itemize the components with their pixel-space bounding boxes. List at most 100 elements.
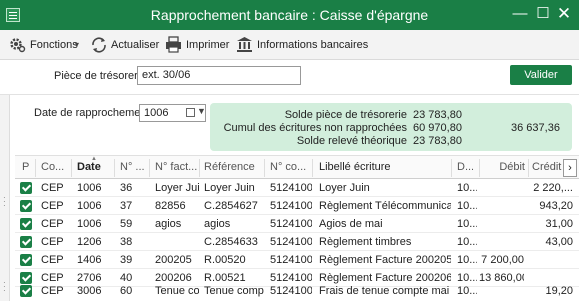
- solde-piece-value: 23 783,80: [413, 109, 462, 121]
- cell-libelle: Règlement Télécommunicati...: [319, 200, 451, 212]
- drag-handle-icon[interactable]: ···: [3, 279, 7, 295]
- fonctions-label: Fonctions: [30, 39, 78, 51]
- printer-icon: [166, 36, 181, 53]
- cell-num-compte: 51241000: [270, 236, 312, 248]
- cell-date: 1406: [77, 254, 102, 266]
- cell-d: 10...: [457, 254, 477, 266]
- cell-reference: agios: [204, 218, 231, 230]
- cell-debit: 7 200,00: [481, 254, 524, 266]
- close-button[interactable]: ✕: [554, 4, 574, 24]
- col-header-d[interactable]: D...: [457, 161, 473, 173]
- imprimer-button[interactable]: Imprimer: [165, 36, 229, 54]
- col-header-num-compte[interactable]: N° co...: [270, 161, 312, 173]
- cell-date: 1006: [77, 200, 102, 212]
- column-divider[interactable]: [479, 159, 480, 177]
- cumul-value-2: 36 637,36: [511, 122, 560, 134]
- cell-credit: 943,20: [539, 200, 573, 212]
- chevron-down-icon[interactable]: ▼: [197, 106, 206, 116]
- cell-date: 3006: [77, 285, 102, 297]
- col-header-reference[interactable]: Référence: [204, 161, 264, 173]
- cell-num-piece: 60: [120, 285, 133, 297]
- cell-reference: R.00520: [204, 254, 246, 266]
- date-rapprochement-value: 1006: [144, 107, 169, 119]
- maximize-button[interactable]: ☐: [533, 4, 553, 24]
- table-row[interactable]: CEP 1006 36 Loyer Juin Loyer Juin 512410…: [15, 179, 579, 197]
- cell-libelle: Règlement Facture 200205: [319, 254, 451, 266]
- table-row[interactable]: CEP 1206 38 C.2854633 51241000 Règlement…: [15, 233, 579, 251]
- column-divider[interactable]: [149, 159, 150, 177]
- col-header-code[interactable]: Co...: [41, 161, 71, 173]
- cell-num-piece: 36: [120, 182, 133, 194]
- chevron-right-icon[interactable]: ›: [563, 159, 577, 177]
- solde-piece-label: Solde pièce de trésorerie: [284, 109, 407, 121]
- col-header-num-piece[interactable]: N° ...: [120, 161, 148, 173]
- table-row[interactable]: CEP 1406 39 200205 R.00520 51241000 Règl…: [15, 251, 579, 269]
- cell-libelle: Loyer Juin: [319, 182, 370, 194]
- checkbox-checked[interactable]: [20, 200, 32, 212]
- table-row[interactable]: CEP 3006 60 Tenue co... Tenue compte 512…: [15, 283, 579, 301]
- fonctions-button[interactable]: Fonctions ▾: [9, 36, 85, 54]
- cell-credit: 31,00: [545, 218, 573, 230]
- cell-libelle: Règlement timbres: [319, 236, 412, 248]
- column-divider[interactable]: [312, 159, 313, 177]
- solde-releve-value: 23 783,80: [413, 135, 462, 147]
- col-header-p[interactable]: P: [22, 161, 32, 173]
- cell-reference: Loyer Juin: [204, 182, 255, 194]
- checkbox-checked[interactable]: [20, 218, 32, 230]
- column-divider[interactable]: [264, 159, 265, 177]
- informations-bancaires-button[interactable]: Informations bancaires: [236, 36, 369, 54]
- solde-releve-label: Solde relevé théorique: [296, 135, 407, 147]
- piece-tresorerie-input[interactable]: ext. 30/06: [137, 66, 301, 85]
- cell-code: CEP: [41, 236, 64, 248]
- imprimer-label: Imprimer: [186, 39, 230, 51]
- gear-icon: [10, 38, 26, 53]
- column-divider[interactable]: [35, 159, 36, 177]
- cell-num-facture: Loyer Juin: [155, 182, 199, 194]
- refresh-icon: [92, 37, 106, 53]
- col-header-num-facture[interactable]: N° fact...: [155, 161, 199, 173]
- column-divider[interactable]: [199, 159, 200, 177]
- piece-tresorerie-label: Pièce de trésorerie: [54, 70, 147, 82]
- cell-num-compte: 51241000: [270, 218, 312, 230]
- cell-num-facture: 200205: [155, 254, 192, 266]
- cell-num-facture: 82856: [155, 200, 186, 212]
- col-header-date[interactable]: Date: [77, 161, 113, 173]
- piece-tresorerie-row: Pièce de trésorerie ext. 30/06 Valider: [0, 61, 579, 95]
- cell-date: 1006: [77, 182, 102, 194]
- left-resize-strip[interactable]: ··· ··· ···: [0, 61, 10, 301]
- calendar-icon[interactable]: [186, 108, 195, 117]
- cell-num-facture: agios: [155, 218, 182, 230]
- column-divider[interactable]: [451, 159, 452, 177]
- cell-num-compte: 51241000: [270, 200, 312, 212]
- valider-button[interactable]: Valider: [510, 65, 572, 85]
- table-row[interactable]: CEP 1006 37 82856 C.2854627 51241000 Règ…: [15, 197, 579, 215]
- cell-num-piece: 39: [120, 254, 133, 266]
- informations-bancaires-label: Informations bancaires: [257, 39, 369, 51]
- table-header: P Co... ▲ Date N° ... N° fact... Référen…: [15, 155, 579, 179]
- col-header-libelle[interactable]: Libellé écriture: [319, 161, 449, 173]
- cell-num-compte: 51241000: [270, 182, 312, 194]
- minimize-button[interactable]: —: [510, 4, 530, 24]
- column-divider[interactable]: [114, 159, 115, 177]
- col-header-debit[interactable]: Débit: [485, 161, 525, 173]
- cell-libelle: Agios de mai: [319, 218, 383, 230]
- col-header-credit[interactable]: Crédit: [532, 161, 562, 173]
- checkbox-checked[interactable]: [20, 236, 32, 248]
- column-divider[interactable]: [528, 159, 529, 177]
- cell-d: 10...: [457, 218, 477, 230]
- drag-handle-icon[interactable]: ···: [3, 194, 7, 210]
- actualiser-label: Actualiser: [111, 39, 160, 51]
- checkbox-checked[interactable]: [20, 182, 32, 194]
- checkbox-checked[interactable]: [20, 285, 32, 297]
- date-rapprochement-select[interactable]: 1006 ▼: [139, 104, 206, 122]
- window-title: Rapprochement bancaire : Caisse d'épargn…: [150, 7, 429, 23]
- actualiser-button[interactable]: Actualiser: [90, 36, 160, 54]
- column-divider[interactable]: [71, 159, 72, 177]
- cell-num-piece: 59: [120, 218, 133, 230]
- table-row[interactable]: CEP 1006 59 agios agios 51241000 Agios d…: [15, 215, 579, 233]
- cell-credit: 19,20: [545, 285, 573, 297]
- checkbox-checked[interactable]: [20, 254, 32, 266]
- cell-libelle: Frais de tenue compte mai: [319, 285, 450, 297]
- cell-code: CEP: [41, 285, 64, 297]
- cumul-label: Cumul des écritures non rapprochées: [223, 122, 407, 134]
